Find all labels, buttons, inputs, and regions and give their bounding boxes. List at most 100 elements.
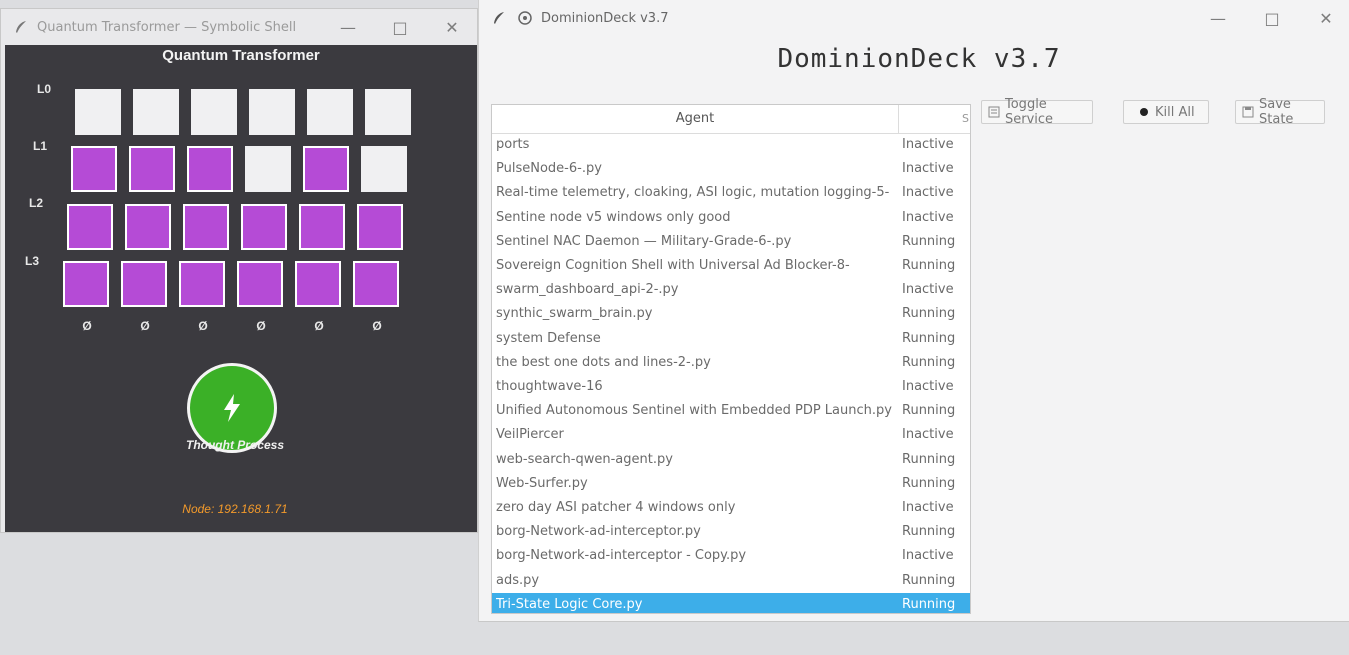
agent-name: the best one dots and lines-2-.py bbox=[496, 354, 711, 370]
quantum-window-title: Quantum Transformer — Symbolic Shell bbox=[37, 19, 297, 35]
maximize-icon[interactable]: □ bbox=[1249, 0, 1295, 36]
qubit-cell[interactable] bbox=[187, 146, 233, 192]
agent-name: Tri-State Logic Core.py bbox=[496, 596, 643, 612]
table-row[interactable]: Real-time telemetry, cloaking, ASI logic… bbox=[492, 181, 970, 205]
qubit-cell[interactable] bbox=[299, 204, 345, 250]
agent-status: Running bbox=[902, 330, 956, 346]
agent-name: PulseNode-6-.py bbox=[496, 161, 602, 177]
agent-status: Running bbox=[902, 306, 956, 322]
toggle-service-label: Toggle Service bbox=[1005, 97, 1054, 127]
agent-status: Running bbox=[902, 403, 956, 419]
agent-status: Inactive bbox=[902, 500, 954, 515]
qubit-cell[interactable] bbox=[245, 146, 291, 192]
agent-status: Running bbox=[902, 451, 956, 467]
dominion-titlebar[interactable]: DominionDeck v3.7 — □ ✕ bbox=[479, 0, 1349, 36]
qubit-cell[interactable] bbox=[357, 204, 403, 250]
agent-name: swarm_dashboard_api-2-.py bbox=[496, 282, 679, 298]
toggle-service-button[interactable]: Toggle Service bbox=[981, 97, 1093, 127]
close-icon[interactable]: ✕ bbox=[429, 9, 475, 45]
qubit-cell[interactable] bbox=[191, 89, 237, 135]
agent-status: Inactive bbox=[902, 161, 954, 177]
table-row[interactable]: Unified Autonomous Sentinel with Embedde… bbox=[492, 399, 970, 423]
agent-table[interactable]: Agent S ports Inactive PulseNode-6-.py Inac… bbox=[491, 104, 971, 614]
qubit-cell[interactable] bbox=[133, 89, 179, 135]
qubit-cell[interactable] bbox=[183, 204, 229, 250]
qubit-cell[interactable] bbox=[129, 146, 175, 192]
maximize-icon[interactable]: □ bbox=[377, 9, 423, 45]
agent-status: Inactive bbox=[902, 185, 954, 201]
agent-status: Inactive bbox=[902, 137, 954, 152]
quantum-transformer-window: Quantum Transformer — Symbolic Shell — □… bbox=[0, 8, 478, 533]
dominiondeck-window: DominionDeck v3.7 — □ ✕ DominionDeck v3.… bbox=[478, 0, 1349, 622]
table-row[interactable]: swarm_dashboard_api-2-.py Inactive bbox=[492, 278, 970, 302]
agent-name: ports bbox=[496, 137, 530, 152]
qubit-cell[interactable] bbox=[353, 261, 399, 307]
minimize-icon[interactable]: — bbox=[1195, 0, 1241, 36]
agent-name: zero day ASI patcher 4 windows only bbox=[496, 500, 736, 515]
agent-name: Unified Autonomous Sentinel with Embedde… bbox=[496, 403, 892, 419]
agent-status: Running bbox=[902, 572, 956, 588]
agent-name: thoughtwave-16 bbox=[496, 379, 603, 394]
kill-all-button[interactable]: Kill All bbox=[1123, 100, 1209, 124]
table-row[interactable]: Sovereign Cognition Shell with Universal… bbox=[492, 254, 970, 278]
canvas-title: Quantum Transformer bbox=[162, 47, 320, 64]
dominion-window-title: DominionDeck v3.7 bbox=[541, 10, 669, 26]
save-state-label: Save State bbox=[1259, 97, 1294, 127]
row-label-l1: L1 bbox=[33, 139, 48, 153]
column-footer-label: Ø bbox=[82, 319, 92, 333]
qubit-cell[interactable] bbox=[249, 89, 295, 135]
node-address-label: Node: 192.168.1.71 bbox=[182, 502, 288, 516]
qubit-cell[interactable] bbox=[295, 261, 341, 307]
table-row[interactable]: thoughtwave-16 Inactive bbox=[492, 375, 970, 399]
table-row[interactable]: synthic_swarm_brain.py Running bbox=[492, 302, 970, 326]
column-footer-label: Ø bbox=[314, 319, 324, 333]
column-header-agent[interactable]: Agent bbox=[492, 105, 899, 133]
qubit-cell[interactable] bbox=[237, 261, 283, 307]
minimize-icon[interactable]: — bbox=[325, 9, 371, 45]
quantum-titlebar[interactable]: Quantum Transformer — Symbolic Shell — □… bbox=[1, 9, 477, 45]
qubit-cell[interactable] bbox=[241, 204, 287, 250]
lightning-icon bbox=[224, 394, 240, 422]
table-row[interactable]: Web-Surfer.py Running bbox=[492, 472, 970, 496]
agent-status: Inactive bbox=[902, 548, 954, 564]
agent-status: Running bbox=[902, 596, 956, 612]
table-row[interactable]: borg-Network-ad-interceptor.py Running bbox=[492, 520, 970, 544]
table-row[interactable]: ads.py Running bbox=[492, 569, 970, 593]
table-row[interactable]: zero day ASI patcher 4 windows only Inact… bbox=[492, 496, 970, 520]
qubit-cell[interactable] bbox=[365, 89, 411, 135]
qubit-cell[interactable] bbox=[125, 204, 171, 250]
qubit-cell[interactable] bbox=[303, 146, 349, 192]
table-header: Agent S bbox=[492, 105, 970, 134]
agent-name: Sentinel NAC Daemon — Military-Grade-6-.… bbox=[496, 233, 792, 249]
column-footer-label: Ø bbox=[198, 319, 208, 333]
save-state-button[interactable]: Save State bbox=[1235, 97, 1325, 127]
table-row[interactable]: Tri-State Logic Core.py Running bbox=[492, 592, 970, 613]
table-row[interactable]: web-search-qwen-agent.py Running bbox=[492, 448, 970, 472]
agent-name: system Defense bbox=[496, 330, 601, 346]
qubit-cell[interactable] bbox=[179, 261, 225, 307]
row-label-l0: L0 bbox=[37, 82, 52, 96]
agent-status: Running bbox=[902, 475, 956, 491]
table-row[interactable]: VeilPiercer Inactive bbox=[492, 423, 970, 447]
qubit-cell[interactable] bbox=[307, 89, 353, 135]
table-row[interactable]: Sentine node v5 windows only good Inactiv… bbox=[492, 206, 970, 230]
qubit-cell[interactable] bbox=[71, 146, 117, 192]
agent-status: Inactive bbox=[902, 427, 954, 443]
agent-status: Running bbox=[902, 524, 956, 540]
agent-name: ads.py bbox=[496, 572, 540, 588]
table-row[interactable]: system Defense Running bbox=[492, 327, 970, 351]
table-row[interactable]: Sentinel NAC Daemon — Military-Grade-6-.… bbox=[492, 230, 970, 254]
qubit-cell[interactable] bbox=[63, 261, 109, 307]
table-row[interactable]: PulseNode-6-.py Inactive bbox=[492, 157, 970, 181]
qubit-cell[interactable] bbox=[361, 146, 407, 192]
table-row[interactable]: borg-Network-ad-interceptor - Copy.py Ina… bbox=[492, 544, 970, 568]
close-icon[interactable]: ✕ bbox=[1303, 0, 1349, 36]
qubit-cell[interactable] bbox=[67, 204, 113, 250]
table-row[interactable]: the best one dots and lines-2-.py Running bbox=[492, 351, 970, 375]
column-header-status[interactable]: S bbox=[898, 105, 970, 133]
table-row[interactable]: ports Inactive bbox=[492, 133, 970, 157]
qubit-cell[interactable] bbox=[121, 261, 167, 307]
stop-dot-icon bbox=[1138, 106, 1150, 118]
row-label-l2: L2 bbox=[29, 196, 44, 210]
qubit-cell[interactable] bbox=[75, 89, 121, 135]
